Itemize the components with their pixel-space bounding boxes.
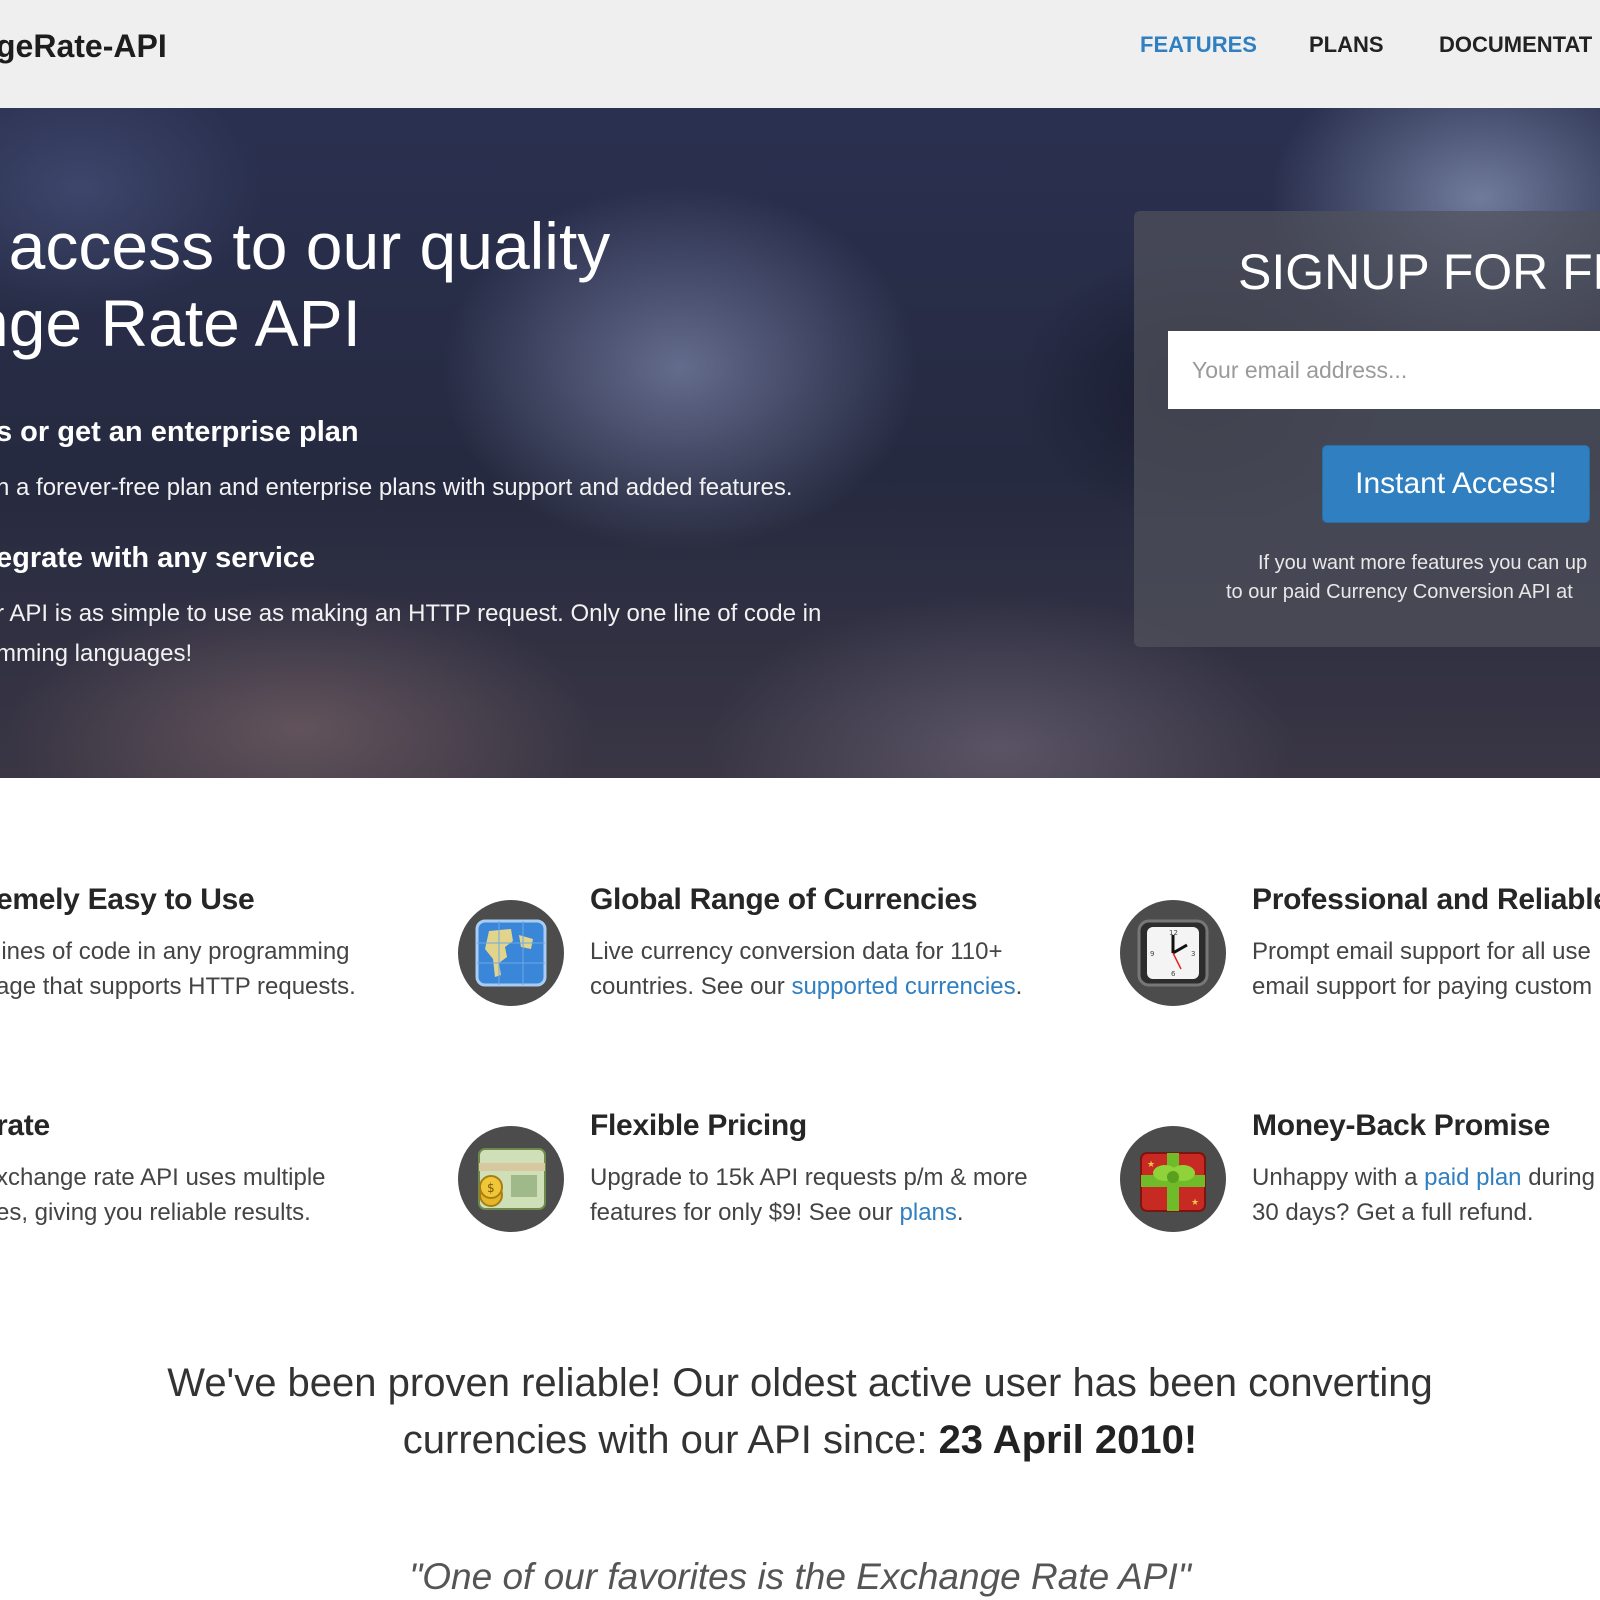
signup-note-line2: to our paid Currency Conversion API at (1226, 581, 1573, 603)
feature-desc-line1: lines of code in any programming (0, 938, 350, 965)
feature-desc-text: . (1015, 973, 1023, 1000)
hero-heading-integrate: egrate with any service (0, 542, 316, 574)
email-input[interactable] (1168, 331, 1600, 409)
feature-title: emely Easy to Use (0, 883, 255, 916)
testimonial-quote: "One of our favorites is the Exchange Ra… (409, 1556, 1191, 1597)
hero-heading-plans: s or get an enterprise plan (0, 416, 359, 448)
feature-desc: Upgrade to 15k API requests p/m & more f… (590, 1160, 1028, 1230)
reliability-line1: We've been proven reliable! Our oldest a… (167, 1361, 1433, 1405)
svg-text:★: ★ (1147, 1160, 1155, 1170)
feature-desc-line1: Upgrade to 15k API requests p/m & more (590, 1164, 1028, 1191)
hero-section: t access to our quality nge Rate API s o… (0, 108, 1600, 778)
hero-text-integrate: r API is as simple to use as making an H… (0, 594, 821, 674)
reliability-text: currencies with our API since: (402, 1418, 939, 1462)
feature-desc-text: features for only $9! See our (590, 1199, 900, 1226)
svg-text:6: 6 (1171, 970, 1176, 978)
feature-desc-line2: email support for paying custom (1252, 973, 1593, 1000)
feature-desc-text: . (956, 1199, 964, 1226)
feature-desc-line2: countries. See our supported currencies. (590, 969, 1022, 1004)
feature-desc-line1: Live currency conversion data for 110+ (590, 938, 1003, 965)
money-icon: $ (458, 1126, 564, 1232)
plans-link[interactable]: plans (900, 1199, 957, 1226)
feature-title: Professional and Reliable (1252, 883, 1600, 916)
feature-desc: lines of code in any programming age tha… (0, 934, 356, 1004)
feature-desc-text: during (1521, 1164, 1595, 1191)
clock-icon: 12 3 6 9 (1120, 900, 1226, 1006)
hero-text-integrate-line2: mming languages! (0, 640, 193, 667)
reliability-line2: currencies with our API since: 23 April … (0, 1412, 1600, 1469)
feature-desc-line2: age that supports HTTP requests. (0, 973, 356, 1000)
feature-desc-line1: Unhappy with a paid plan during (1252, 1160, 1595, 1195)
hero-text-plans: n a forever-free plan and enterprise pla… (0, 474, 793, 501)
nav-documentation[interactable]: DOCUMENTAT (1439, 32, 1592, 58)
hero-title: t access to our quality nge Rate API (0, 208, 610, 362)
top-navbar: geRate-API FEATURES PLANS DOCUMENTAT (0, 0, 1600, 108)
svg-text:9: 9 (1150, 950, 1154, 958)
svg-text:12: 12 (1169, 929, 1178, 937)
nav-features[interactable]: FEATURES (1140, 32, 1257, 58)
feature-title: rate (0, 1109, 50, 1142)
reliability-date: 23 April 2010! (938, 1418, 1198, 1462)
svg-text:$: $ (487, 1181, 495, 1195)
instant-access-button[interactable]: Instant Access! (1322, 445, 1590, 523)
feature-desc-text: Unhappy with a (1252, 1164, 1425, 1191)
feature-title: Flexible Pricing (590, 1109, 807, 1142)
nav-plans[interactable]: PLANS (1309, 32, 1384, 58)
feature-desc-line2: 30 days? Get a full refund. (1252, 1199, 1534, 1226)
feature-desc-text: countries. See our (590, 973, 792, 1000)
feature-title: Global Range of Currencies (590, 883, 978, 916)
supported-currencies-link[interactable]: supported currencies (791, 973, 1015, 1000)
svg-text:3: 3 (1191, 950, 1195, 958)
signup-box: SIGNUP FOR FR Instant Access! If you wan… (1134, 211, 1600, 647)
brand-logo[interactable]: geRate-API (0, 28, 167, 65)
globe-map-icon (458, 900, 564, 1006)
hero-title-line1: t access to our quality (0, 209, 611, 283)
feature-desc-line1: Prompt email support for all use (1252, 938, 1591, 965)
feature-desc: xchange rate API uses multiple es, givin… (0, 1160, 326, 1230)
feature-desc: Unhappy with a paid plan during 30 days?… (1252, 1160, 1595, 1230)
feature-desc: Prompt email support for all use email s… (1252, 934, 1592, 1004)
hero-text-integrate-line1: r API is as simple to use as making an H… (0, 600, 822, 627)
signup-note-line1: If you want more features you can up (1258, 552, 1588, 574)
feature-desc-line2: es, giving you reliable results. (0, 1199, 311, 1226)
feature-desc: Live currency conversion data for 110+ c… (590, 934, 1022, 1004)
feature-title: Money-Back Promise (1252, 1109, 1551, 1142)
reliability-statement: We've been proven reliable! Our oldest a… (0, 1355, 1600, 1469)
paid-plan-link[interactable]: paid plan (1424, 1164, 1521, 1191)
svg-text:★: ★ (1191, 1198, 1199, 1208)
gift-icon: ★ ★ (1120, 1126, 1226, 1232)
feature-desc-line1: xchange rate API uses multiple (0, 1164, 326, 1191)
signup-title: SIGNUP FOR FR (1238, 244, 1600, 300)
hero-title-line2: nge Rate API (0, 286, 361, 360)
feature-desc-line2: features for only $9! See our plans. (590, 1195, 1028, 1230)
